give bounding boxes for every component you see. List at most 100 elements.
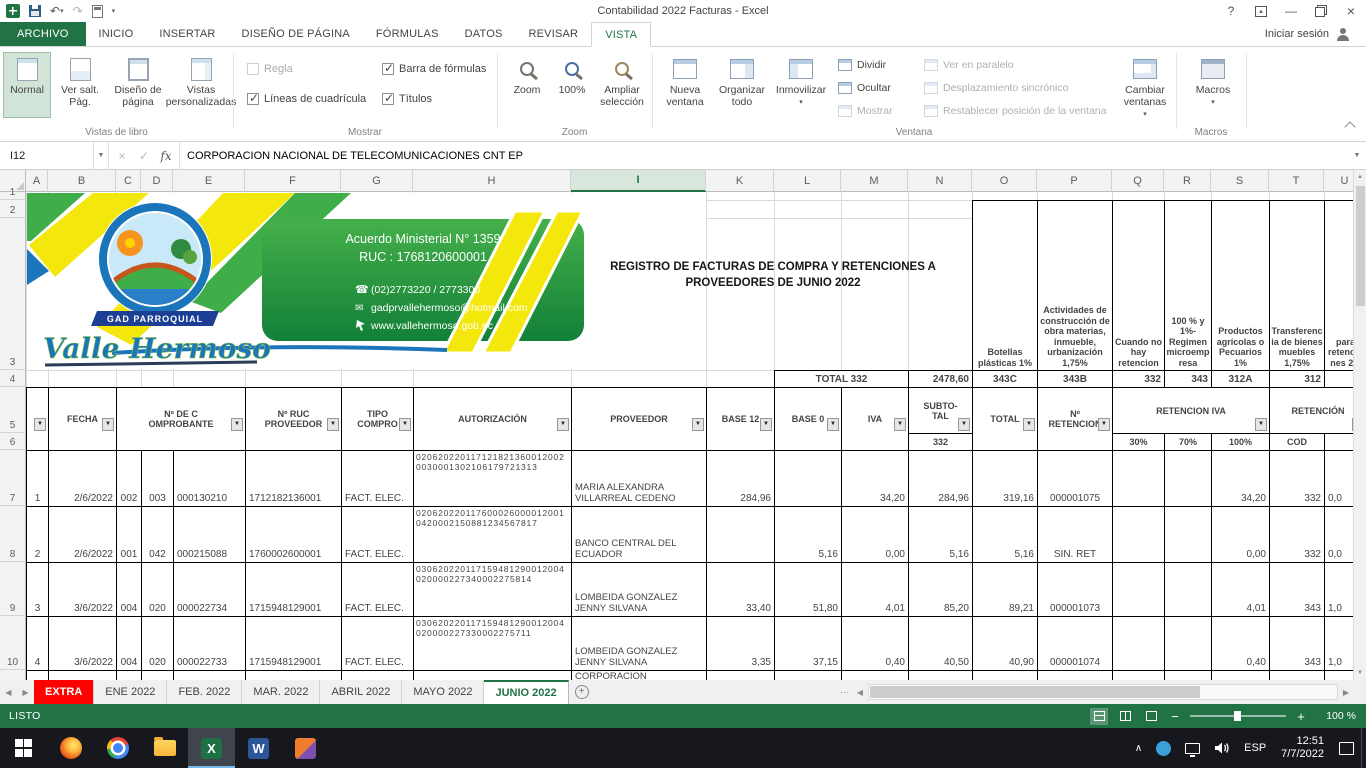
tray-app-icon[interactable] — [1149, 728, 1178, 768]
cell-G9[interactable]: FACT. ELEC. — [341, 562, 414, 617]
tax-column-header-Q[interactable]: Cuando no hay retencion — [1112, 200, 1165, 371]
restore-icon[interactable] — [1306, 0, 1336, 22]
cell-L9[interactable]: 51,80 — [774, 562, 842, 617]
column-header-D[interactable]: D — [141, 170, 173, 192]
column-header-A[interactable]: A — [26, 170, 48, 192]
filter-dropdown-icon[interactable]: ▼ — [1023, 418, 1035, 431]
tab-inicio[interactable]: INICIO — [86, 22, 147, 46]
cell-S9[interactable]: 4,01 — [1211, 562, 1270, 617]
cell-N7[interactable]: 284,96 — [908, 450, 973, 507]
cell-M9[interactable]: 4,01 — [841, 562, 909, 617]
cell-F10[interactable]: 1715948129001 — [245, 616, 342, 671]
cell-S7[interactable]: 34,20 — [1211, 450, 1270, 507]
cell-E11[interactable] — [173, 670, 246, 680]
vertical-scrollbar[interactable]: ▲ ▼ — [1353, 170, 1366, 680]
customize-qat-icon[interactable]: ▾ — [112, 3, 116, 19]
normal-view-button[interactable]: Normal — [3, 52, 51, 118]
table-header-base12[interactable]: BASE 12▼ — [706, 387, 775, 451]
column-header-H[interactable]: H — [413, 170, 571, 192]
filter-dropdown-icon[interactable]: ▼ — [894, 418, 906, 431]
headings-checkbox[interactable]: Títulos — [382, 91, 432, 107]
cell-K7[interactable]: 284,96 — [706, 450, 775, 507]
code-cell-Q[interactable]: 332 — [1112, 370, 1165, 388]
cell-L7[interactable] — [774, 450, 842, 507]
cell-R7[interactable] — [1164, 450, 1212, 507]
cell-B11[interactable] — [48, 670, 117, 680]
table-header-subtotal_code[interactable]: 332 — [908, 433, 973, 451]
cell-H10[interactable]: 0306202201171594812900120040200002273300… — [413, 616, 572, 671]
cell-L10[interactable]: 37,15 — [774, 616, 842, 671]
sheet-tab-abril-2022[interactable]: ABRIL 2022 — [320, 680, 402, 704]
table-header-tipo[interactable]: TIPO COMPRO▼ — [341, 387, 414, 451]
code-cell-R[interactable]: 343 — [1164, 370, 1212, 388]
cell-B8[interactable]: 2/6/2022 — [48, 506, 117, 563]
cell-G11[interactable] — [341, 670, 414, 680]
cell-D10[interactable]: 020 — [141, 616, 174, 671]
cell-B9[interactable]: 3/6/2022 — [48, 562, 117, 617]
macros-button[interactable]: Macros ▾ — [1190, 52, 1236, 118]
column-header-P[interactable]: P — [1037, 170, 1112, 192]
row-header-7[interactable]: 7 — [0, 450, 26, 506]
cell-B7[interactable]: 2/6/2022 — [48, 450, 117, 507]
zoom-slider[interactable] — [1190, 715, 1286, 717]
name-box[interactable]: I12 — [0, 142, 94, 169]
cell-S8[interactable]: 0,00 — [1211, 506, 1270, 563]
hscroll-thumb[interactable] — [870, 686, 1200, 698]
cell-O8[interactable]: 5,16 — [972, 506, 1038, 563]
cell-I10[interactable]: LOMBEIDA GONZALEZ JENNY SILVANA — [571, 616, 707, 671]
table-header-fecha[interactable]: FECHA▼ — [48, 387, 117, 451]
table-header-filter-only[interactable]: ▼ — [26, 387, 49, 451]
tax-column-header-P[interactable]: Actividades de construcción de obra mate… — [1037, 200, 1113, 371]
tax-column-header-S[interactable]: Productos agrícolas o Pecuarios 1% — [1211, 200, 1270, 371]
cell-Q9[interactable] — [1112, 562, 1165, 617]
page-break-view-icon[interactable] — [1142, 708, 1160, 725]
table-header-total[interactable]: TOTAL▼ — [972, 387, 1038, 451]
row-header-8[interactable]: 8 — [0, 506, 26, 562]
cell-N9[interactable]: 85,20 — [908, 562, 973, 617]
cell-H9[interactable]: 0306202201171594812900120040200002273400… — [413, 562, 572, 617]
gridlines-checkbox[interactable]: Líneas de cuadrícula — [247, 91, 366, 107]
filter-dropdown-icon[interactable]: ▼ — [399, 418, 411, 431]
cell-D8[interactable]: 042 — [141, 506, 174, 563]
table-header-pct70[interactable]: 70% — [1164, 433, 1212, 451]
tab-splitter-icon[interactable]: ⋯ — [840, 680, 852, 704]
cell-C7[interactable]: 002 — [116, 450, 142, 507]
cell-F11[interactable] — [245, 670, 342, 680]
excel-taskbar-icon[interactable]: X — [188, 728, 235, 768]
ribbon-display-options-icon[interactable]: ▴ — [1246, 0, 1276, 22]
cell-M11[interactable] — [841, 670, 909, 680]
filter-dropdown-icon[interactable]: ▼ — [231, 418, 243, 431]
close-icon[interactable]: × — [1336, 0, 1366, 22]
cell-A9[interactable]: 3 — [26, 562, 49, 617]
table-header-ret_iva[interactable]: RETENCION IVA▼ — [1112, 387, 1270, 434]
cell-H7[interactable]: 0206202201171218213600120020030001302106… — [413, 450, 572, 507]
sheet-tab-mayo-2022[interactable]: MAYO 2022 — [402, 680, 484, 704]
ruler-checkbox[interactable]: Regla — [247, 61, 293, 77]
cell-C8[interactable]: 001 — [116, 506, 142, 563]
code-cell-P[interactable]: 343B — [1037, 370, 1113, 388]
unhide-button[interactable]: Mostrar — [838, 102, 893, 119]
hidden-icons-chevron[interactable]: ∧ — [1128, 728, 1149, 768]
cell-F8[interactable]: 1760002600001 — [245, 506, 342, 563]
cell-K8[interactable] — [706, 506, 775, 563]
show-desktop-button[interactable] — [1361, 728, 1366, 768]
cell-F9[interactable]: 1715948129001 — [245, 562, 342, 617]
cell-A10[interactable]: 4 — [26, 616, 49, 671]
row-header-10[interactable]: 10 — [0, 616, 26, 670]
cell-E9[interactable]: 000022734 — [173, 562, 246, 617]
table-header-comprobante[interactable]: Nº DE C OMPROBANTE▼ — [116, 387, 246, 451]
synchronous-scrolling-button[interactable]: Desplazamiento sincrónico — [924, 79, 1068, 96]
cell-N11[interactable] — [908, 670, 973, 680]
tax-column-header-T[interactable]: Transferencia de bienes muebles 1,75% — [1269, 200, 1325, 371]
calculator-icon[interactable] — [92, 3, 103, 19]
row-header-1[interactable]: 1 — [0, 192, 26, 200]
sheet-tab-feb-2022[interactable]: FEB. 2022 — [167, 680, 242, 704]
cell-O9[interactable]: 89,21 — [972, 562, 1038, 617]
zoom-out-icon[interactable]: − — [1168, 709, 1182, 724]
cell-F7[interactable]: 1712182136001 — [245, 450, 342, 507]
tab-diseno-de-pagina[interactable]: DISEÑO DE PÁGINA — [229, 22, 363, 46]
sheet-tab-extra[interactable]: EXTRA — [34, 680, 94, 704]
new-window-button[interactable]: Nueva ventana — [658, 52, 712, 118]
cell-S10[interactable]: 0,40 — [1211, 616, 1270, 671]
cell-L11[interactable] — [774, 670, 842, 680]
